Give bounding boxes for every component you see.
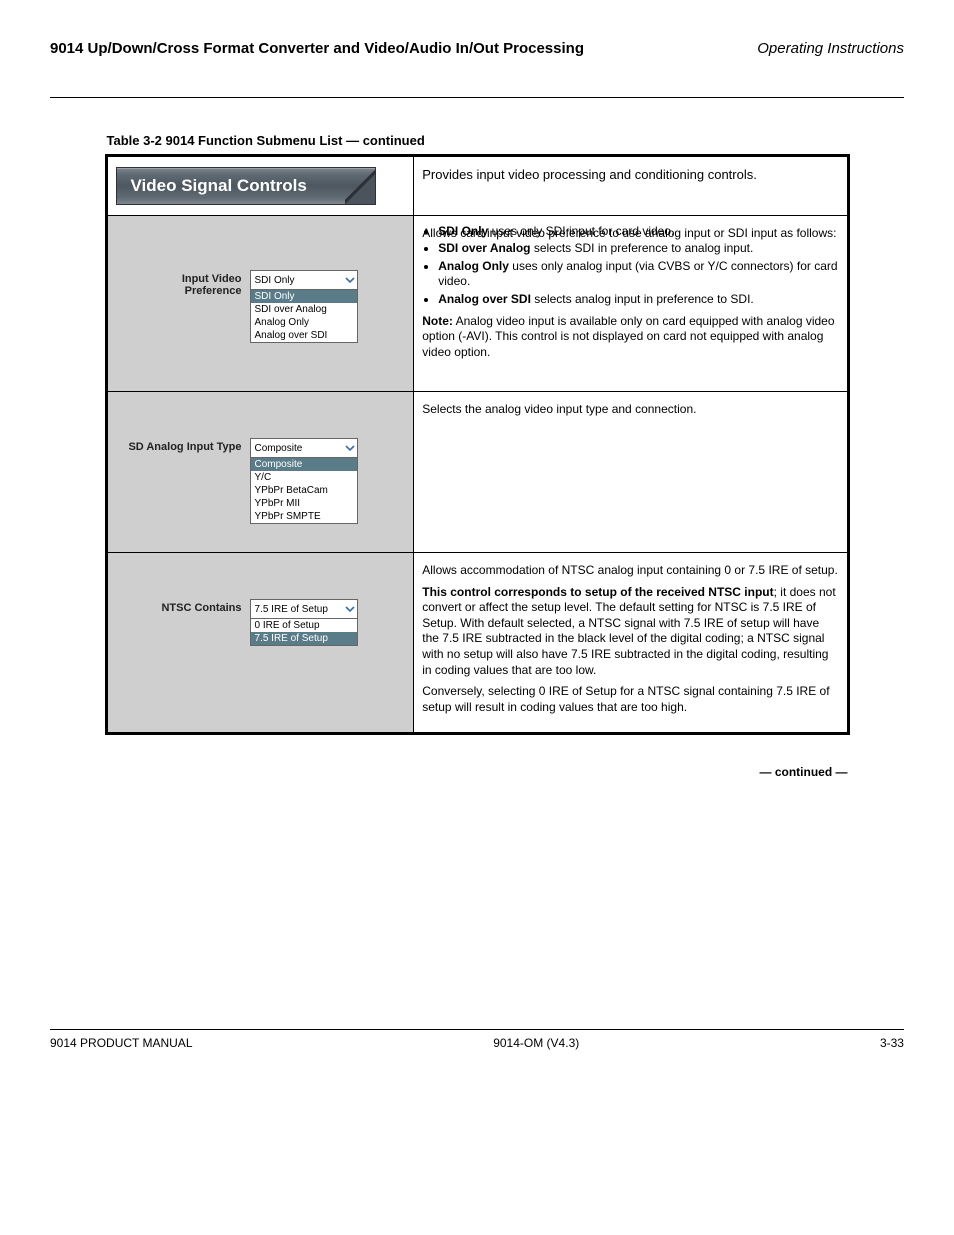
header-left: 9014 Up/Down/Cross Format Converter and …	[50, 40, 584, 57]
opt-sdi-only[interactable]: SDI Only	[251, 290, 357, 303]
video-signal-controls-banner: Video Signal Controls	[116, 167, 376, 205]
input-video-pref-desc: Allows card input video preference to us…	[414, 216, 848, 392]
ntsc-contains-label: NTSC Contains	[124, 599, 242, 646]
opt-7-5-ire[interactable]: 7.5 IRE of Setup	[251, 632, 357, 645]
banner-cell: Video Signal Controls	[106, 156, 414, 216]
opt-composite[interactable]: Composite	[251, 458, 357, 471]
ntsc-contains-options[interactable]: 0 IRE of Setup 7.5 IRE of Setup	[250, 619, 358, 646]
opt-sdi-over-analog[interactable]: SDI over Analog	[251, 303, 357, 316]
sd-analog-type-options[interactable]: Composite Y/C YPbPr BetaCam YPbPr MII YP…	[250, 458, 358, 524]
sd-analog-type-select[interactable]: Composite	[250, 438, 358, 458]
banner-desc: Provides input video processing and cond…	[422, 167, 757, 182]
footer-left: 9014 PRODUCT MANUAL	[50, 1036, 193, 1050]
row3-note-bold: This control corresponds to setup of the…	[422, 585, 773, 599]
note-label: Note:	[422, 314, 453, 328]
opt-ypbpr-betacam[interactable]: YPbPr BetaCam	[251, 484, 357, 497]
input-video-pref-options[interactable]: SDI Only SDI over Analog Analog Only Ana…	[250, 290, 358, 343]
ntsc-contains-cell: NTSC Contains 7.5 IRE of Setup 0 IRE of …	[106, 553, 414, 734]
sd-analog-type-value: Composite	[255, 443, 303, 454]
opt-ypbpr-mii[interactable]: YPbPr MII	[251, 497, 357, 510]
opt-ypbpr-smpte[interactable]: YPbPr SMPTE	[251, 510, 357, 523]
table-caption: Table 3-2 9014 Function Submenu List — c…	[105, 133, 850, 148]
settings-table: Video Signal Controls Provides input vid…	[105, 154, 850, 735]
row3-note2: Conversely, selecting 0 IRE of Setup for…	[422, 684, 838, 715]
opt-0-ire[interactable]: 0 IRE of Setup	[251, 619, 357, 632]
input-video-pref-label: Input Video Preference	[124, 270, 242, 343]
chevron-down-icon	[345, 275, 355, 285]
input-video-pref-select[interactable]: SDI Only	[250, 270, 358, 290]
footer-center: 9014-OM (V4.3)	[493, 1036, 579, 1050]
row1-note: Analog video input is available only on …	[422, 314, 834, 359]
sd-analog-type-desc: Selects the analog video input type and …	[414, 392, 848, 553]
row1-item: Analog over SDI selects analog input in …	[438, 292, 838, 308]
ntsc-contains-value: 7.5 IRE of Setup	[255, 604, 328, 615]
row1-item: SDI over Analog selects SDI in preferenc…	[438, 241, 838, 257]
input-video-pref-cell: Input Video Preference SDI Only SDI Only…	[106, 216, 414, 392]
footer-right: 3-33	[880, 1036, 904, 1050]
opt-analog-over-sdi[interactable]: Analog over SDI	[251, 329, 357, 342]
ntsc-contains-desc: Allows accommodation of NTSC analog inpu…	[414, 553, 848, 734]
input-video-pref-value: SDI Only	[255, 275, 295, 286]
banner-desc-cell: Provides input video processing and cond…	[414, 156, 848, 216]
sd-analog-type-label: SD Analog Input Type	[124, 438, 242, 524]
opt-yc[interactable]: Y/C	[251, 471, 357, 484]
row1-item: Analog Only uses only analog input (via …	[438, 259, 838, 290]
continued-tag: — continued —	[105, 765, 850, 779]
opt-analog-only[interactable]: Analog Only	[251, 316, 357, 329]
row3-intro: Allows accommodation of NTSC analog inpu…	[422, 563, 838, 579]
chevron-down-icon	[345, 604, 355, 614]
header-rule	[50, 97, 904, 98]
sd-analog-type-cell: SD Analog Input Type Composite Composite…	[106, 392, 414, 553]
chevron-down-icon	[345, 443, 355, 453]
header-right: Operating Instructions	[757, 40, 904, 57]
ntsc-contains-select[interactable]: 7.5 IRE of Setup	[250, 599, 358, 619]
